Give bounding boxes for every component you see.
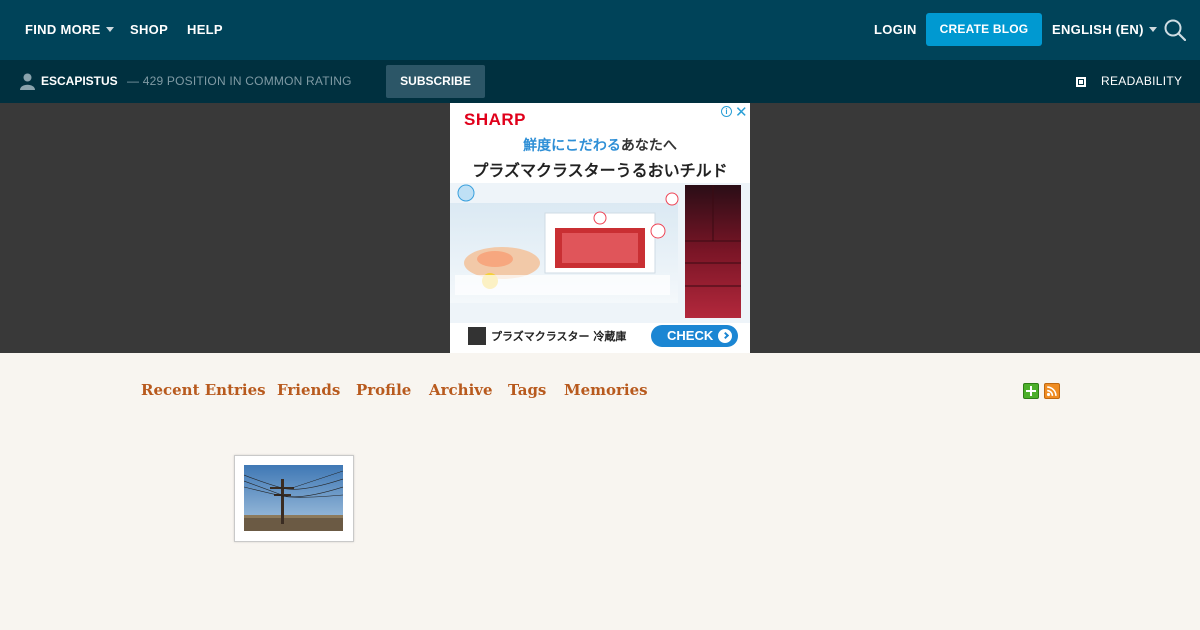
ad-headline-rest: あなたへ (620, 138, 677, 154)
utility-pole-photo (244, 465, 343, 531)
login-link[interactable]: LOGIN (874, 0, 917, 60)
nav-recent-entries[interactable]: Recent Entries (141, 381, 266, 399)
help-link[interactable]: HELP (187, 0, 223, 60)
journal-username[interactable]: ESCAPISTUS (41, 60, 118, 103)
subscribe-button[interactable]: SUBSCRIBE (386, 65, 485, 98)
plasmacluster-logo-icon (468, 327, 486, 345)
rss-icon[interactable] (1044, 383, 1060, 399)
find-more-menu[interactable]: FIND MORE (25, 0, 114, 60)
language-label: ENGLISH (EN) (1052, 22, 1144, 37)
ad-info-icon[interactable]: i (721, 106, 732, 117)
ad-subheadline: プラズマクラスターうるおいチルド (472, 161, 728, 180)
caret-down-icon (1148, 27, 1157, 33)
search-icon[interactable] (1164, 19, 1186, 41)
create-blog-button[interactable]: CREATE BLOG (926, 13, 1042, 46)
arrow-right-icon (721, 331, 730, 340)
nav-tags[interactable]: Tags (508, 381, 546, 399)
nav-memories[interactable]: Memories (564, 381, 648, 399)
top-navigation-bar: FIND MORE SHOP HELP LOGIN CREATE BLOG EN… (0, 0, 1200, 60)
advertisement[interactable]: SHARP i ✕ 鮮度にこだわるあなたへ プラズマクラスターうるおいチルド プ… (450, 103, 750, 353)
ad-close-icon[interactable]: ✕ (735, 103, 748, 121)
add-friend-icon[interactable] (1023, 383, 1039, 399)
userpic-thumbnail[interactable] (234, 455, 354, 542)
ad-refrigerator-image (450, 183, 750, 323)
ad-check-button[interactable]: CHECK (651, 325, 738, 347)
shop-link[interactable]: SHOP (130, 0, 168, 60)
ad-brand-logo: SHARP (464, 110, 527, 129)
ad-footer-text: プラズマクラスター 冷蔵庫 (491, 330, 627, 343)
language-selector[interactable]: ENGLISH (EN) (1052, 0, 1157, 60)
user-icon (20, 73, 35, 90)
nav-profile[interactable]: Profile (356, 381, 411, 399)
readability-toggle-label[interactable]: READABILITY (1101, 60, 1182, 103)
readability-checkbox[interactable] (1076, 77, 1086, 87)
ad-check-label: CHECK (667, 328, 714, 343)
ad-headline-highlight: 鮮度にこだわる (523, 138, 621, 154)
find-more-label: FIND MORE (25, 22, 101, 37)
ad-headline: 鮮度にこだわるあなたへ (450, 135, 750, 155)
nav-archive[interactable]: Archive (429, 381, 493, 399)
nav-friends[interactable]: Friends (277, 381, 340, 399)
rating-position-text: — 429 POSITION IN COMMON RATING (127, 74, 352, 88)
caret-down-icon (105, 27, 114, 33)
